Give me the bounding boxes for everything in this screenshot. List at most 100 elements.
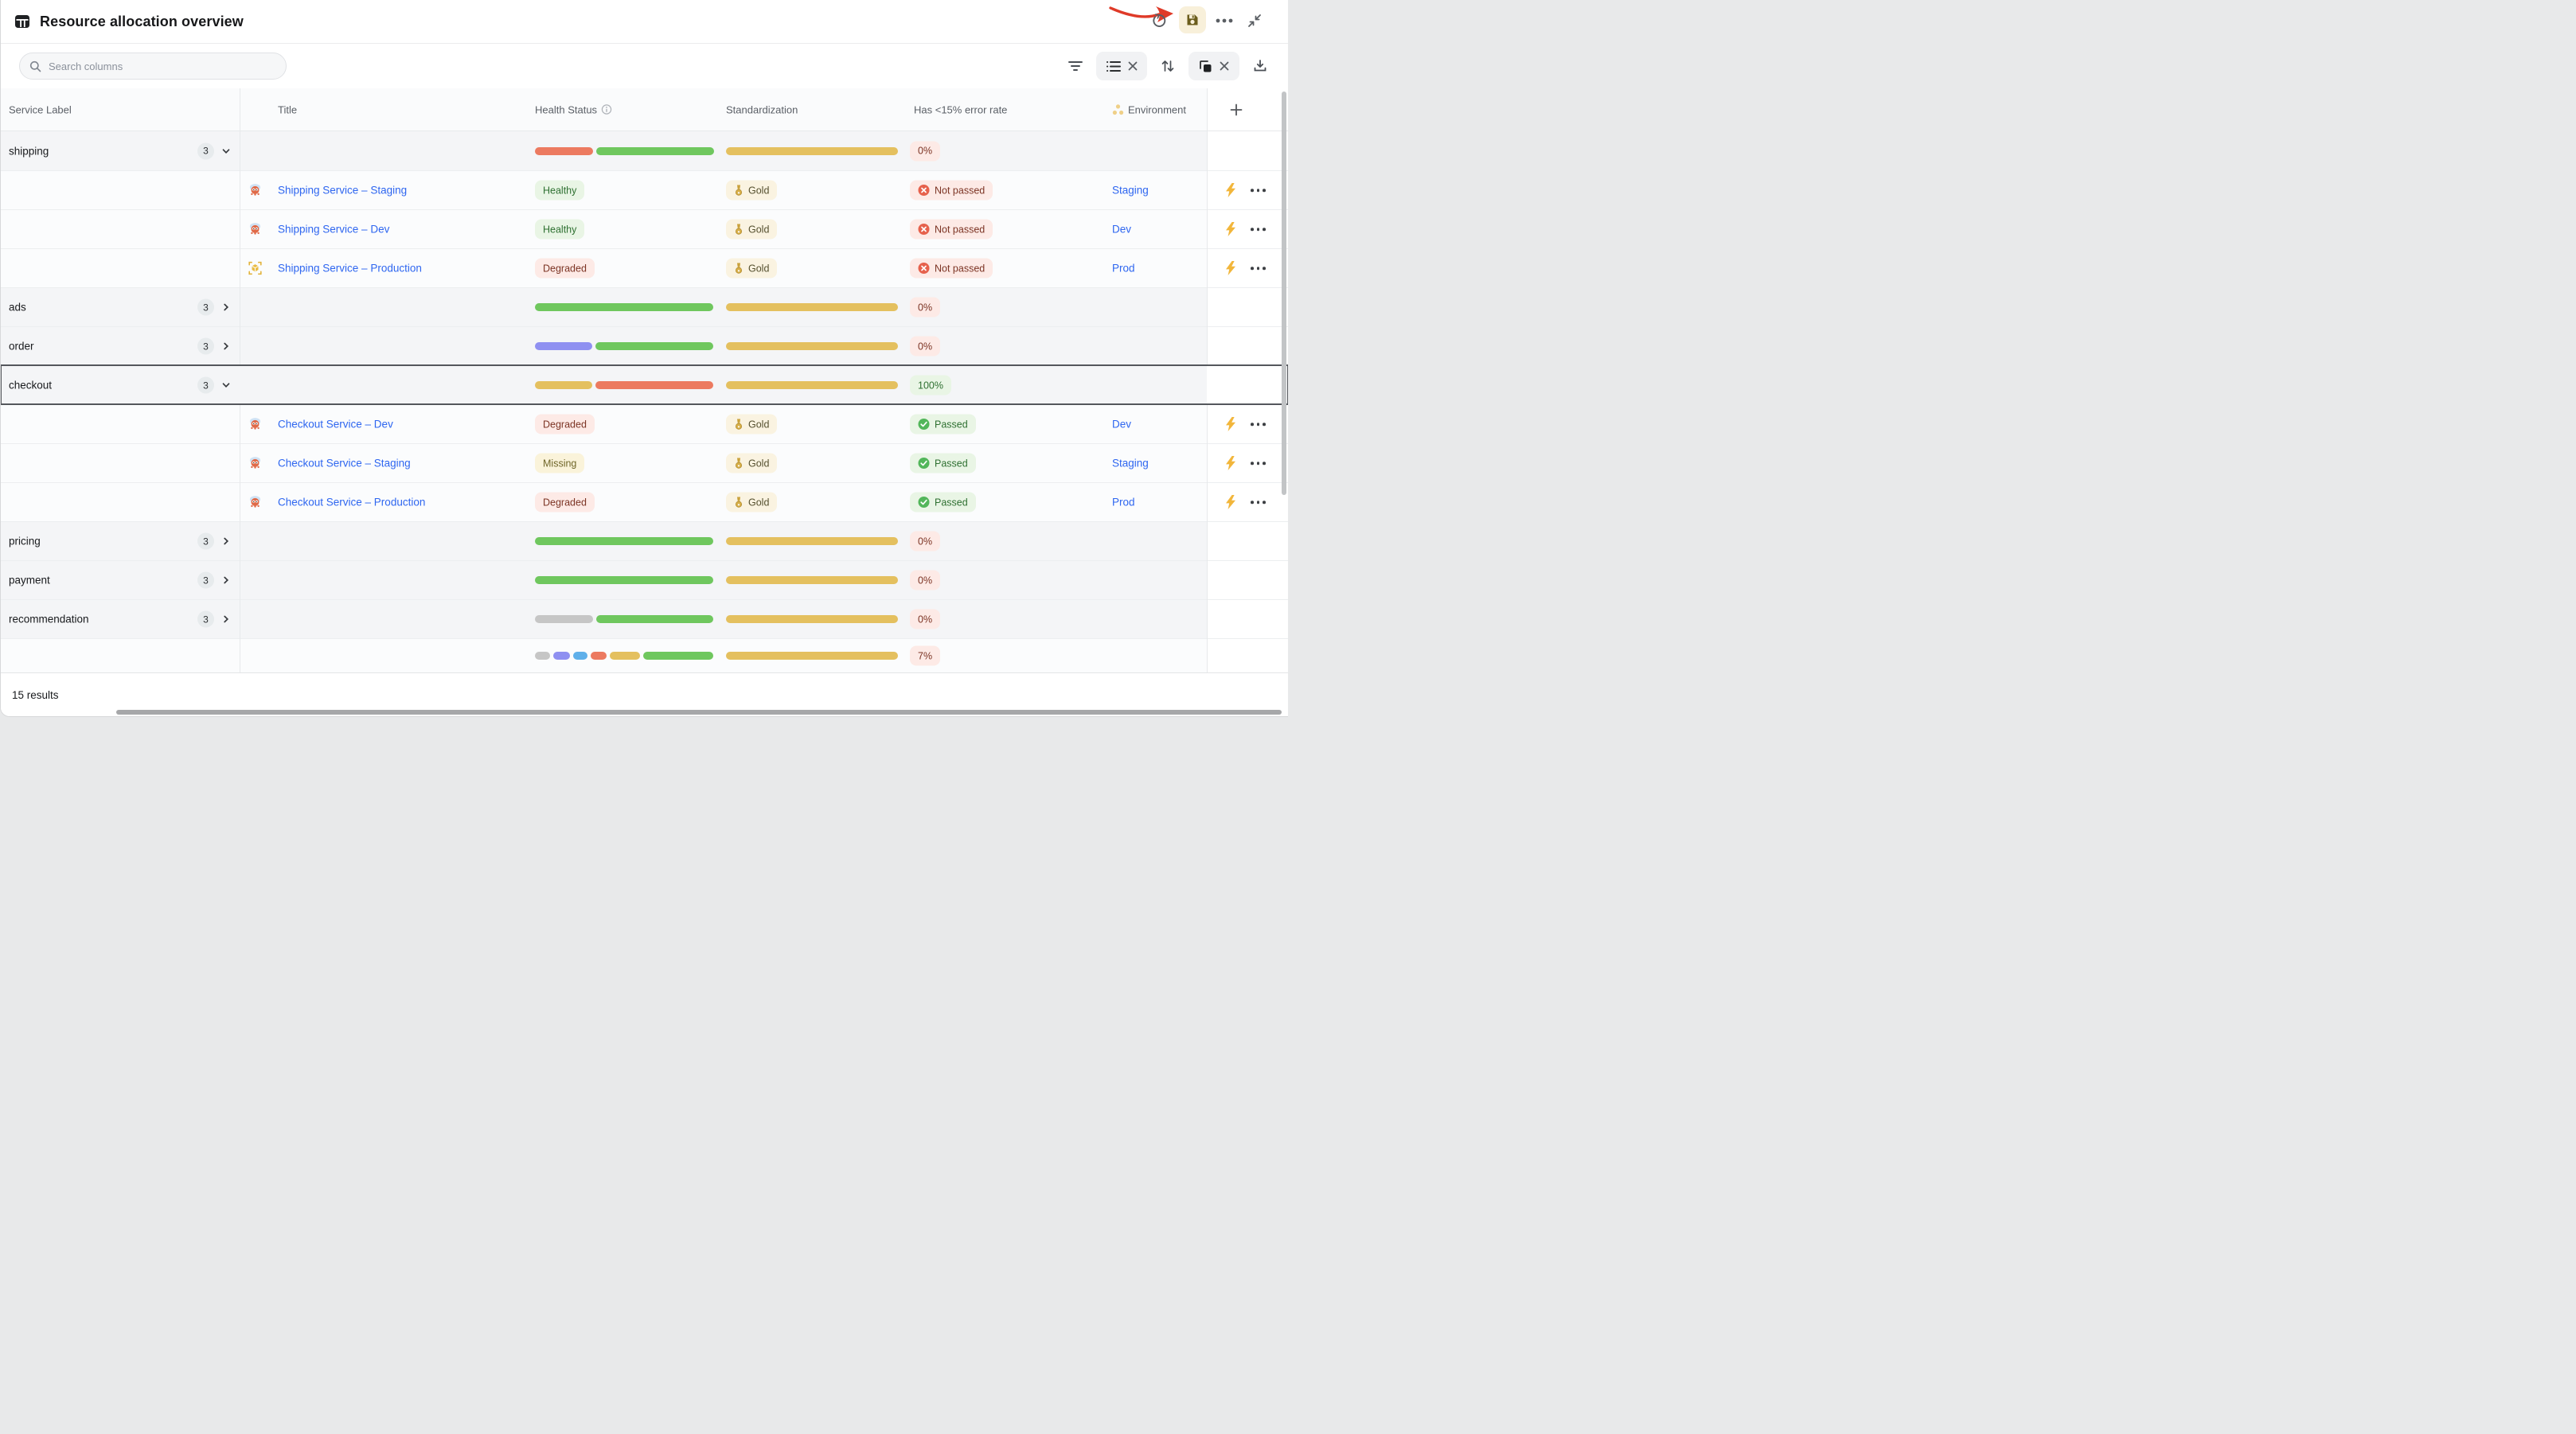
service-title-link[interactable]: Checkout Service – Dev [278, 419, 393, 431]
lightning-icon[interactable] [1225, 456, 1236, 470]
standardization-bar [726, 381, 898, 389]
service-row: Shipping Service – StagingHealthyGoldNot… [1, 170, 1288, 209]
lightning-icon[interactable] [1225, 183, 1236, 197]
lightning-icon[interactable] [1225, 261, 1236, 275]
service-title-link[interactable]: Shipping Service – Staging [278, 185, 407, 197]
service-row: Shipping Service – ProductionDegradedGol… [1, 248, 1288, 287]
bar-segment-red [591, 652, 607, 660]
row-more-button[interactable] [1251, 267, 1266, 270]
lightning-icon[interactable] [1225, 417, 1236, 431]
column-header-error-rate[interactable]: Has <15% error rate [914, 103, 1007, 115]
bar-segment-yellow [726, 381, 898, 389]
more-options-button[interactable] [1213, 10, 1235, 32]
bar-segment-gray [535, 615, 593, 623]
environment-link[interactable]: Prod [1112, 497, 1135, 509]
chevron-right-icon[interactable] [219, 612, 233, 626]
lightning-icon[interactable] [1225, 222, 1236, 236]
x-circle-icon [918, 224, 930, 236]
health-status-badge: Degraded [535, 493, 595, 512]
service-title-link[interactable]: Shipping Service – Production [278, 263, 422, 275]
standardization-bar [726, 652, 898, 660]
column-header-service-label[interactable]: Service Label [9, 103, 72, 115]
environment-link[interactable]: Dev [1112, 224, 1131, 236]
chevron-down-icon[interactable] [219, 378, 233, 392]
environment-cell: Prod [1112, 497, 1135, 509]
row-more-button[interactable] [1251, 462, 1266, 465]
error-rate-status-badge: Passed [910, 493, 976, 512]
error-rate-badge: 100% [910, 376, 951, 396]
bar-segment-yellow [535, 381, 592, 389]
services-grid: Service Label Title Health Status Standa… [1, 88, 1288, 672]
environment-link[interactable]: Staging [1112, 458, 1149, 470]
row-more-button[interactable] [1251, 228, 1266, 231]
group-row-shipping[interactable]: shipping30% [1, 131, 1288, 170]
row-more-button[interactable] [1251, 189, 1266, 192]
bar-segment-yellow [726, 303, 898, 311]
chevron-right-icon[interactable] [219, 300, 233, 314]
bar-segment-yellow [610, 652, 640, 660]
standardization-bar [726, 147, 898, 155]
group-by-chip[interactable] [1096, 52, 1147, 80]
horizontal-scrollbar[interactable] [116, 710, 1282, 715]
clear-group-by-icon[interactable] [1128, 61, 1138, 71]
column-header-health-status[interactable]: Health Status [535, 103, 612, 115]
bar-segment-green [596, 147, 714, 155]
resource-allocation-panel: Resource allocation overview [0, 0, 1288, 717]
title-cell: Checkout Service – Production [278, 497, 425, 509]
environment-link[interactable]: Prod [1112, 263, 1135, 275]
title-cell: Checkout Service – Dev [278, 419, 393, 431]
chevron-right-icon[interactable] [219, 573, 233, 587]
group-count-badge: 3 [197, 142, 214, 159]
bar-segment-yellow [726, 147, 898, 155]
chevron-right-icon[interactable] [219, 339, 233, 353]
group-row-order[interactable]: order30% [1, 326, 1288, 365]
save-button[interactable] [1179, 6, 1206, 33]
error-rate-badge: 0% [910, 571, 940, 590]
error-rate-status-badge: Not passed [910, 181, 993, 201]
column-header-standardization[interactable]: Standardization [726, 103, 798, 115]
service-title-link[interactable]: Checkout Service – Staging [278, 458, 411, 470]
sort-icon[interactable] [1157, 55, 1179, 77]
group-label: recommendation [9, 614, 89, 625]
group-row-recommendation[interactable]: recommendation30% [1, 599, 1288, 638]
standardization-badge: Gold [726, 454, 777, 473]
service-title-link[interactable]: Shipping Service – Dev [278, 224, 389, 236]
chevron-down-icon[interactable] [219, 144, 233, 158]
info-icon[interactable] [601, 104, 612, 115]
environment-link[interactable]: Dev [1112, 419, 1131, 431]
undo-button[interactable] [1148, 10, 1170, 32]
error-rate-badge: 0% [910, 141, 940, 161]
standardization-badge: Gold [726, 493, 777, 512]
group-count-badge: 3 [197, 572, 214, 589]
lightning-icon[interactable] [1225, 495, 1236, 509]
bar-segment-green [595, 342, 713, 350]
group-row-ads[interactable]: ads30% [1, 287, 1288, 326]
group-row-pricing[interactable]: pricing30% [1, 521, 1288, 560]
column-header-title[interactable]: Title [278, 103, 297, 115]
add-column-button[interactable] [1230, 103, 1243, 116]
group-row-payment[interactable]: payment30% [1, 560, 1288, 599]
row-more-button[interactable] [1251, 423, 1266, 426]
vertical-scrollbar[interactable] [1282, 92, 1286, 495]
stack-view-chip[interactable] [1188, 52, 1239, 80]
standardization-badge: Gold [726, 181, 777, 201]
collapse-icon[interactable] [1243, 10, 1266, 32]
service-row: Shipping Service – DevHealthyGoldNot pas… [1, 209, 1288, 248]
filter-icon[interactable] [1064, 55, 1087, 77]
group-row-checkout[interactable]: checkout3100% [1, 365, 1288, 404]
environment-link[interactable]: Staging [1112, 185, 1149, 197]
medal-icon [734, 263, 744, 274]
environment-cluster-icon [1112, 103, 1124, 115]
bar-segment-yellow [726, 576, 898, 584]
service-title-link[interactable]: Checkout Service – Production [278, 497, 425, 509]
bar-segment-purple [535, 342, 592, 350]
download-icon[interactable] [1249, 55, 1271, 77]
search-input[interactable] [49, 60, 276, 72]
chevron-right-icon[interactable] [219, 534, 233, 548]
error-rate-status-badge: Passed [910, 454, 976, 473]
bar-segment-purple [553, 652, 570, 660]
medal-icon [734, 224, 744, 235]
clear-stack-view-icon[interactable] [1220, 61, 1229, 71]
column-header-environment[interactable]: Environment [1112, 103, 1186, 115]
row-more-button[interactable] [1251, 501, 1266, 504]
